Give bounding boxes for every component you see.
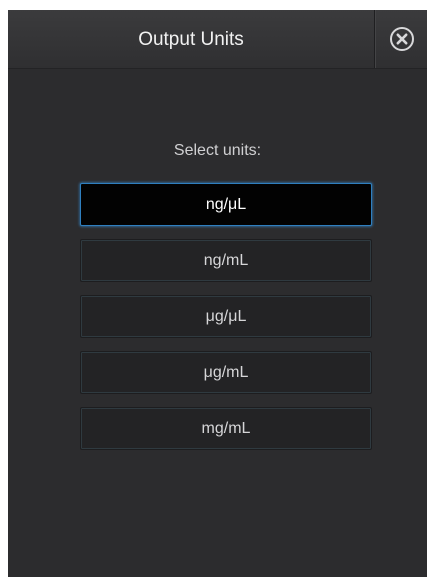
output-units-dialog: Output Units Select units: ng/μL ng/mL μ… — [8, 10, 427, 577]
unit-option-ng-per-ml[interactable]: ng/mL — [80, 239, 372, 282]
close-button[interactable] — [374, 10, 427, 68]
unit-options-list: ng/μL ng/mL μg/μL μg/mL mg/mL — [80, 183, 372, 463]
unit-option-ug-per-ul[interactable]: μg/μL — [80, 295, 372, 338]
unit-option-mg-per-ml[interactable]: mg/mL — [80, 407, 372, 450]
unit-option-ng-per-ul[interactable]: ng/μL — [80, 183, 372, 226]
close-circle-icon — [389, 27, 414, 51]
dialog-header: Output Units — [8, 10, 427, 69]
dialog-title: Output Units — [138, 29, 244, 50]
unit-option-ug-per-ml[interactable]: μg/mL — [80, 351, 372, 394]
select-units-prompt: Select units: — [173, 142, 262, 159]
